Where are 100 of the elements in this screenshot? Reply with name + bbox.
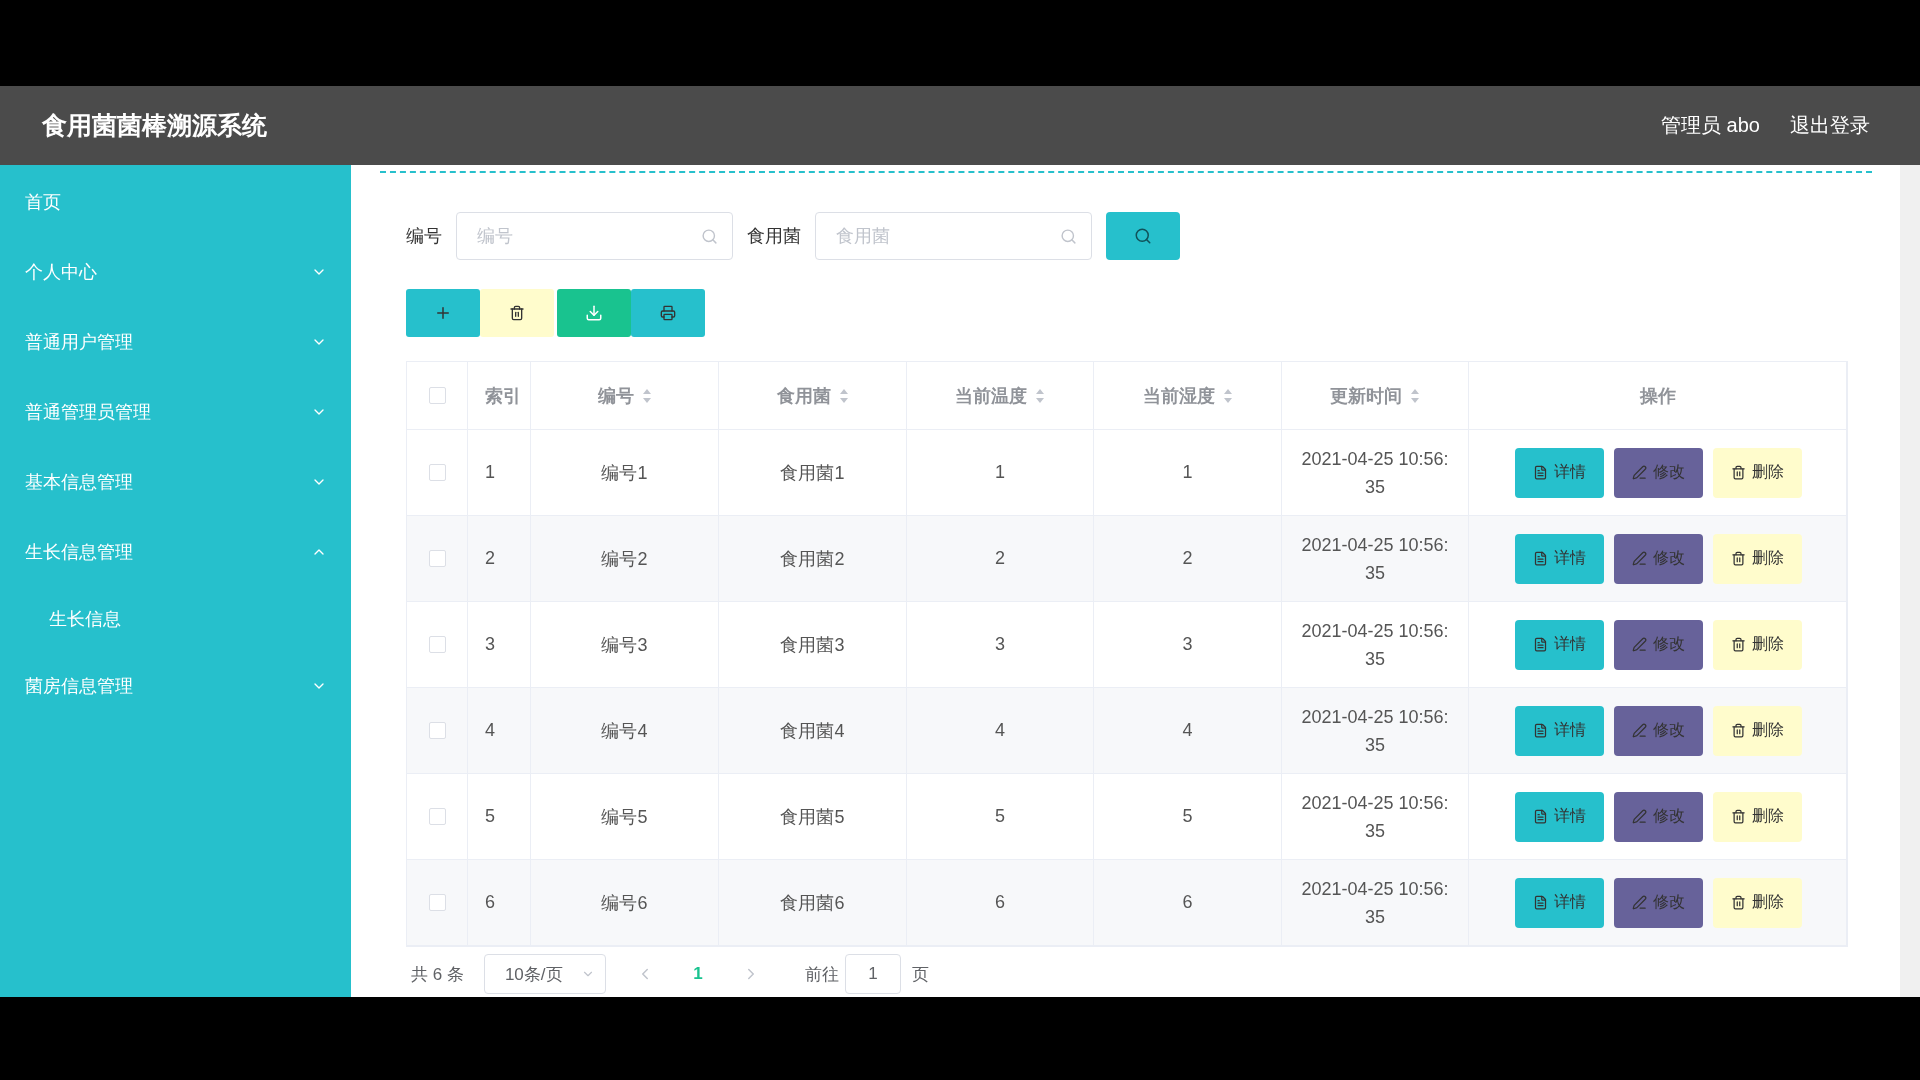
sort-icon[interactable] bbox=[1410, 387, 1420, 404]
table-cell-text: 编号5 bbox=[601, 805, 648, 829]
detail-button[interactable]: 详情 bbox=[1515, 877, 1604, 928]
delete-button[interactable]: 删除 bbox=[1713, 705, 1802, 756]
pen-icon bbox=[1632, 895, 1647, 910]
table-cell-text: 2021-04-25 10:56:35 bbox=[1300, 533, 1450, 585]
printer-icon bbox=[660, 305, 676, 321]
table-cell-text: 2021-04-25 10:56:35 bbox=[1300, 791, 1450, 843]
field-label: 编号 bbox=[406, 225, 442, 248]
detail-button[interactable]: 详情 bbox=[1515, 791, 1604, 842]
scrollbar[interactable] bbox=[1900, 165, 1920, 997]
table-cell: 1 bbox=[995, 462, 1005, 483]
table-cell-text: 食用菌5 bbox=[780, 805, 845, 829]
table-cell-text: 食用菌6 bbox=[780, 891, 845, 915]
search-icon bbox=[1060, 227, 1077, 245]
trash-icon bbox=[1731, 465, 1746, 480]
trash-icon bbox=[1731, 551, 1746, 566]
trash-icon bbox=[1731, 895, 1746, 910]
document-icon bbox=[1533, 895, 1548, 910]
export-button[interactable] bbox=[557, 289, 631, 337]
delete-button[interactable]: 删除 bbox=[1713, 447, 1802, 498]
document-icon bbox=[1533, 637, 1548, 652]
table-cell-text: 食用菌3 bbox=[780, 633, 845, 657]
table-cell-text: 食用菌4 bbox=[780, 719, 845, 743]
search-field[interactable]: 编号 bbox=[456, 212, 733, 260]
delete-button[interactable]: 删除 bbox=[1713, 877, 1802, 928]
column-header: 当前温度 bbox=[955, 384, 1027, 408]
table-cell: 1 bbox=[1182, 462, 1193, 483]
pen-icon bbox=[1632, 637, 1647, 652]
trash-icon bbox=[1731, 809, 1746, 824]
detail-button[interactable]: 详情 bbox=[1515, 705, 1604, 756]
table-cell-text: 2021-04-25 10:56:35 bbox=[1300, 619, 1450, 671]
trash-icon bbox=[509, 305, 525, 321]
plus-icon bbox=[434, 304, 452, 322]
row-checkbox[interactable] bbox=[428, 550, 446, 567]
field-label: 食用菌 bbox=[747, 225, 801, 248]
sort-icon[interactable] bbox=[641, 387, 652, 404]
table-cell-text: 编号4 bbox=[601, 719, 648, 743]
detail-button[interactable]: 详情 bbox=[1515, 619, 1604, 670]
sort-icon[interactable] bbox=[838, 387, 849, 404]
table-cell: 2 bbox=[485, 548, 495, 569]
table-cell: 4 bbox=[1182, 720, 1193, 741]
table-cell-text: 2021-04-25 10:56:35 bbox=[1300, 447, 1450, 499]
pen-icon bbox=[1632, 551, 1647, 566]
table-cell: 5 bbox=[995, 806, 1005, 827]
table-cell-text: 编号2 bbox=[601, 547, 648, 571]
trash-icon bbox=[1731, 637, 1746, 652]
goto-page-field[interactable]: 1 bbox=[844, 954, 901, 994]
table-cell-text: 2021-04-25 10:56:35 bbox=[1300, 705, 1450, 757]
logout-link[interactable]: 退出登录 bbox=[1790, 112, 1870, 139]
user-name: 管理员 abo bbox=[1661, 113, 1760, 138]
table-cell: 3 bbox=[1182, 634, 1193, 655]
table-cell: 3 bbox=[995, 634, 1005, 655]
select-all-checkbox[interactable] bbox=[428, 387, 446, 404]
row-checkbox[interactable] bbox=[428, 722, 446, 739]
table-cell-text: 食用菌2 bbox=[780, 547, 845, 571]
table-cell-text: 编号1 bbox=[601, 461, 648, 485]
row-checkbox[interactable] bbox=[428, 808, 446, 825]
delete-button[interactable]: 删除 bbox=[1713, 791, 1802, 842]
column-header: 操作 bbox=[1639, 384, 1676, 408]
trash-icon bbox=[1731, 723, 1746, 738]
detail-button[interactable]: 详情 bbox=[1515, 533, 1604, 584]
pen-icon bbox=[1632, 465, 1647, 480]
page-suffix: 页 bbox=[911, 963, 929, 986]
table-cell-text: 编号3 bbox=[601, 633, 648, 657]
column-header: 编号 bbox=[597, 384, 634, 408]
pen-icon bbox=[1632, 809, 1647, 824]
search-field[interactable]: 食用菌 bbox=[815, 212, 1092, 260]
table-cell: 4 bbox=[995, 720, 1005, 741]
document-icon bbox=[1533, 465, 1548, 480]
column-header: 更新时间 bbox=[1330, 384, 1402, 408]
detail-button[interactable]: 详情 bbox=[1515, 447, 1604, 498]
row-checkbox[interactable] bbox=[428, 894, 446, 911]
table-cell: 6 bbox=[485, 892, 495, 913]
delete-button[interactable]: 删除 bbox=[1713, 533, 1802, 584]
print-button[interactable] bbox=[631, 289, 705, 337]
delete-button[interactable] bbox=[480, 289, 554, 337]
search-button[interactable] bbox=[1106, 212, 1180, 260]
table-cell: 5 bbox=[485, 806, 495, 827]
sort-icon[interactable] bbox=[1222, 387, 1233, 404]
pen-icon bbox=[1632, 723, 1647, 738]
delete-button[interactable]: 删除 bbox=[1713, 619, 1802, 670]
table-cell-text: 2021-04-25 10:56:35 bbox=[1300, 877, 1450, 929]
row-checkbox[interactable] bbox=[428, 464, 446, 481]
table-cell: 2 bbox=[1182, 548, 1193, 569]
page-size-select[interactable]: 10条/页 bbox=[483, 954, 606, 994]
column-header: 索引 bbox=[485, 384, 521, 408]
table-cell: 6 bbox=[1182, 892, 1193, 913]
document-icon bbox=[1533, 809, 1548, 824]
search-icon bbox=[701, 227, 718, 245]
column-header: 当前湿度 bbox=[1142, 384, 1215, 408]
row-checkbox[interactable] bbox=[428, 636, 446, 653]
download-icon bbox=[585, 304, 603, 322]
search-icon bbox=[1134, 227, 1152, 245]
table-cell-text: 食用菌1 bbox=[780, 461, 845, 485]
table-cell: 1 bbox=[485, 462, 495, 483]
goto-label: 前往 bbox=[804, 963, 839, 986]
sort-icon[interactable] bbox=[1035, 387, 1045, 404]
app-title: 食用菌菌棒溯源系统 bbox=[42, 110, 268, 141]
column-header: 食用菌 bbox=[776, 384, 831, 408]
